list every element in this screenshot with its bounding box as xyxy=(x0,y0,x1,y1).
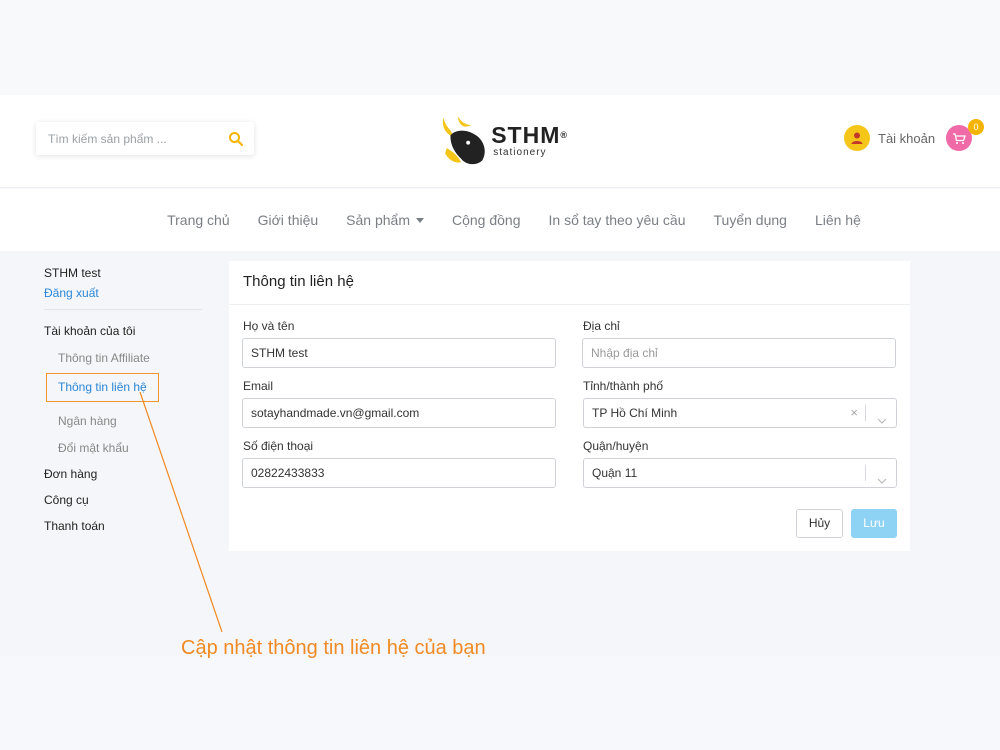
user-icon[interactable] xyxy=(844,125,870,151)
sidebar-user-name: STHM test xyxy=(44,266,101,280)
search-icon[interactable] xyxy=(228,131,244,147)
city-select[interactable]: TP Hồ Chí Minh × xyxy=(583,398,897,428)
cancel-button[interactable]: Hủy xyxy=(796,509,843,538)
sidebar-divider xyxy=(44,309,202,310)
account-link[interactable]: Tài khoản xyxy=(844,125,935,151)
district-select[interactable]: Quận 11 xyxy=(583,458,897,488)
search-box[interactable] xyxy=(36,122,254,155)
address-label: Địa chỉ xyxy=(583,319,620,333)
save-button[interactable]: Lưu xyxy=(851,509,897,538)
main-nav: Trang chủ Giới thiệu Sản phẩm Cộng đồng … xyxy=(0,189,1000,251)
sidebar-item-orders[interactable]: Đơn hàng xyxy=(44,467,204,481)
logo-subtitle: stationery xyxy=(493,146,547,158)
phone-input[interactable] xyxy=(242,458,556,488)
email-label: Email xyxy=(243,379,274,393)
search-input[interactable] xyxy=(48,131,228,146)
callout-caption: Cập nhật thông tin liên hệ của bạn xyxy=(181,637,486,659)
logout-link[interactable]: Đăng xuất xyxy=(44,286,204,300)
address-input[interactable] xyxy=(582,338,896,368)
sidebar-item-change-password[interactable]: Đổi mật khẩu xyxy=(58,441,204,455)
district-label: Quận/huyện xyxy=(583,439,649,453)
sidebar-item-tools[interactable]: Công cụ xyxy=(44,493,204,507)
card-title: Thông tin liên hệ xyxy=(243,273,354,290)
sidebar-item-contact-info[interactable]: Thông tin liên hệ xyxy=(46,373,159,402)
email-input[interactable] xyxy=(242,398,556,428)
cart-count-badge: 0 xyxy=(968,119,984,135)
chevron-down-icon[interactable] xyxy=(877,408,887,424)
sidebar-item-affiliate[interactable]: Thông tin Affiliate xyxy=(58,351,204,365)
nav-item-products[interactable]: Sản phẩm xyxy=(346,212,424,228)
nav-item-about[interactable]: Giới thiệu xyxy=(258,212,319,228)
nav-item-custom-print[interactable]: In sổ tay theo yêu cầu xyxy=(549,212,686,228)
account-label[interactable]: Tài khoản xyxy=(878,131,935,146)
sidebar-item-payment[interactable]: Thanh toán xyxy=(44,519,204,533)
select-separator xyxy=(865,405,866,421)
account-sidebar: STHM test Đăng xuất Tài khoản của tôi Th… xyxy=(44,266,204,533)
sidebar-item-bank[interactable]: Ngân hàng xyxy=(58,414,204,428)
top-background xyxy=(0,0,1000,95)
nav-item-home[interactable]: Trang chủ xyxy=(167,212,230,228)
phone-label: Số điện thoại xyxy=(243,439,314,453)
select-separator xyxy=(865,465,866,481)
card-divider xyxy=(229,304,910,305)
clear-icon[interactable]: × xyxy=(850,399,858,427)
name-label: Họ và tên xyxy=(243,319,295,333)
sidebar-item-my-account[interactable]: Tài khoản của tôi xyxy=(44,324,204,338)
bull-logo-icon xyxy=(442,116,485,165)
name-input[interactable] xyxy=(242,338,556,368)
site-logo[interactable]: STHM® stationery xyxy=(438,107,568,173)
cart-button[interactable]: 0 xyxy=(946,119,984,151)
nav-item-contact[interactable]: Liên hệ xyxy=(815,212,861,228)
contact-info-card: Thông tin liên hệ Họ và tên Địa chỉ Emai… xyxy=(229,261,910,551)
site-header: STHM® stationery Tài khoản 0 xyxy=(0,95,1000,188)
nav-item-products-label: Sản phẩm xyxy=(346,212,410,228)
city-label: Tỉnh/thành phố xyxy=(583,379,664,393)
chevron-down-icon[interactable] xyxy=(877,468,887,484)
nav-item-careers[interactable]: Tuyển dụng xyxy=(714,212,787,228)
district-select-value: Quận 11 xyxy=(592,466,638,480)
chevron-down-icon xyxy=(416,217,424,223)
logo-brand-text: STHM® xyxy=(491,121,568,148)
city-select-value: TP Hồ Chí Minh xyxy=(592,406,678,420)
nav-item-community[interactable]: Cộng đồng xyxy=(452,212,521,228)
